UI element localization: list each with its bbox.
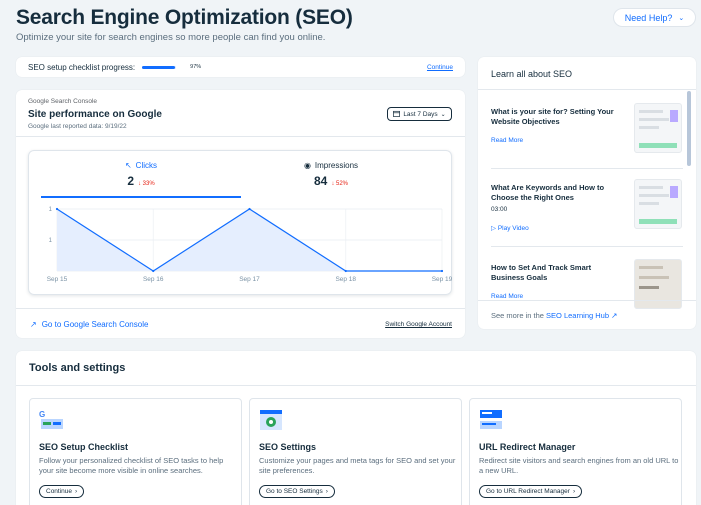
data-point bbox=[440, 269, 444, 273]
x-tick-label: Sep 18 bbox=[335, 276, 356, 283]
page-title: Search Engine Optimization (SEO) bbox=[16, 6, 353, 29]
tools-title: Tools and settings bbox=[29, 362, 126, 374]
tool-description: Redirect site visitors and search engine… bbox=[479, 456, 679, 475]
read-more-link[interactable]: Read More bbox=[491, 293, 523, 300]
area-chart: 1 1 Sep 15 Sep 16 Sep 17 Sep 18 Sep 19 bbox=[47, 207, 453, 283]
tool-button-label: Continue bbox=[46, 488, 73, 495]
x-tick-label: Sep 17 bbox=[239, 276, 260, 283]
performance-chart: ↖ Clicks 2 ↓ 33% ◉ Impressions 84 ↓ 52% … bbox=[28, 150, 453, 295]
learn-seo-card: Learn all about SEO What is your site fo… bbox=[478, 57, 696, 329]
google-search-console-logo: Google Search Console bbox=[28, 98, 97, 105]
site-performance-title: Site performance on Google bbox=[28, 109, 162, 120]
chevron-right-icon: › bbox=[75, 488, 78, 495]
tool-button-label: Go to SEO Settings bbox=[266, 488, 323, 495]
tool-card-url-redirect: URL Redirect Manager Redirect site visit… bbox=[469, 398, 682, 505]
progress-continue-link[interactable]: Continue bbox=[427, 64, 453, 71]
progress-label: SEO setup checklist progress: bbox=[28, 62, 136, 72]
see-more-text: See more in the SEO Learning Hub ↗ bbox=[491, 311, 617, 320]
progress-percent: 97% bbox=[190, 64, 202, 70]
checklist-icon: G bbox=[39, 409, 63, 431]
last-reported-date: Google last reported data: 9/19/22 bbox=[28, 123, 127, 130]
divider bbox=[16, 385, 696, 386]
tool-card-seo-settings: SEO Settings Customize your pages and me… bbox=[249, 398, 462, 505]
settings-icon bbox=[259, 409, 283, 431]
x-tick-label: Sep 19 bbox=[432, 276, 453, 283]
tools-settings-card: Tools and settings G SEO Setup Checklist… bbox=[16, 351, 696, 505]
divider bbox=[478, 89, 696, 90]
need-help-label: Need Help? bbox=[624, 12, 673, 23]
divider bbox=[478, 300, 696, 301]
data-point bbox=[248, 207, 251, 211]
tool-button-label: Go to URL Redirect Manager bbox=[486, 488, 570, 495]
tool-name: SEO Settings bbox=[259, 442, 317, 452]
play-icon: ▷ bbox=[491, 225, 496, 232]
play-video-label: Play Video bbox=[497, 225, 529, 232]
divider bbox=[491, 246, 683, 247]
chevron-right-icon: › bbox=[325, 488, 328, 495]
learn-item[interactable]: What Are Keywords and How to Choose the … bbox=[491, 179, 683, 232]
gsc-logo-text: Google Search Console bbox=[28, 98, 98, 105]
learn-item-title: What Are Keywords and How to Choose the … bbox=[491, 183, 605, 202]
article-thumbnail bbox=[634, 259, 682, 309]
go-to-seo-settings-button[interactable]: Go to SEO Settings › bbox=[259, 485, 335, 498]
progress-bar bbox=[142, 65, 177, 69]
calendar-icon bbox=[393, 110, 401, 119]
checklist-continue-button[interactable]: Continue › bbox=[39, 485, 85, 498]
date-range-label: Last 7 Days bbox=[403, 110, 438, 118]
external-link-icon: ↗ bbox=[30, 320, 37, 329]
x-tick-label: Sep 16 bbox=[143, 276, 164, 283]
tool-name: SEO Setup Checklist bbox=[39, 442, 129, 452]
tool-card-seo-checklist: G SEO Setup Checklist Follow your person… bbox=[29, 398, 242, 505]
chevron-right-icon: › bbox=[572, 488, 576, 495]
scrollbar-thumb[interactable] bbox=[687, 91, 691, 166]
redirect-icon bbox=[479, 409, 503, 431]
article-thumbnail bbox=[634, 103, 682, 153]
play-video-link[interactable]: ▷ Play Video bbox=[491, 224, 529, 232]
learn-item[interactable]: How to Set And Track Smart Business Goal… bbox=[491, 259, 683, 309]
date-range-dropdown[interactable]: Last 7 Days ⌄ bbox=[387, 107, 452, 121]
progress-bar-fill bbox=[142, 65, 176, 69]
data-point bbox=[55, 207, 59, 211]
need-help-button[interactable]: Need Help? ⌄ bbox=[613, 8, 696, 27]
divider bbox=[16, 308, 465, 309]
learn-title: Learn all about SEO bbox=[491, 69, 573, 79]
seo-learning-hub-label: SEO Learning Hub bbox=[546, 311, 610, 320]
learn-item-title: How to Set And Track Smart Business Goal… bbox=[491, 263, 592, 282]
site-performance-card: Google Search Console Site performance o… bbox=[16, 90, 465, 338]
y-tick-label: 1 bbox=[49, 207, 53, 213]
divider bbox=[16, 136, 465, 137]
read-more-link[interactable]: Read More bbox=[491, 137, 523, 144]
tool-description: Customize your pages and meta tags for S… bbox=[259, 456, 456, 475]
data-point bbox=[344, 269, 347, 273]
learn-item[interactable]: What is your site for? Setting Your Webs… bbox=[491, 103, 683, 153]
svg-text:G: G bbox=[39, 410, 45, 419]
see-more-prefix: See more in the bbox=[491, 311, 544, 320]
x-tick-label: Sep 15 bbox=[47, 276, 68, 283]
chevron-down-icon: ⌄ bbox=[440, 111, 446, 118]
tool-description: Follow your personalized checklist of SE… bbox=[39, 456, 224, 475]
video-thumbnail bbox=[634, 179, 682, 229]
switch-google-account-link[interactable]: Switch Google Account bbox=[385, 321, 452, 328]
go-to-url-redirect-button[interactable]: Go to URL Redirect Manager › bbox=[479, 485, 583, 498]
go-to-gsc-label: Go to Google Search Console bbox=[41, 320, 149, 329]
page-subtitle: Optimize your site for search engines so… bbox=[16, 32, 326, 43]
divider bbox=[491, 168, 683, 169]
seo-learning-hub-link[interactable]: SEO Learning Hub ↗ bbox=[546, 311, 617, 320]
chevron-down-icon: ⌄ bbox=[678, 14, 685, 22]
tool-name: URL Redirect Manager bbox=[479, 442, 576, 452]
checklist-progress-card: SEO setup checklist progress: 97% Contin… bbox=[16, 57, 465, 77]
y-tick-label: 1 bbox=[49, 238, 53, 244]
go-to-gsc-link[interactable]: ↗ Go to Google Search Console bbox=[30, 320, 148, 329]
external-link-icon: ↗ bbox=[611, 311, 618, 320]
learn-item-title: What is your site for? Setting Your Webs… bbox=[491, 107, 614, 126]
scrollbar[interactable] bbox=[687, 91, 691, 211]
data-point bbox=[152, 269, 155, 273]
